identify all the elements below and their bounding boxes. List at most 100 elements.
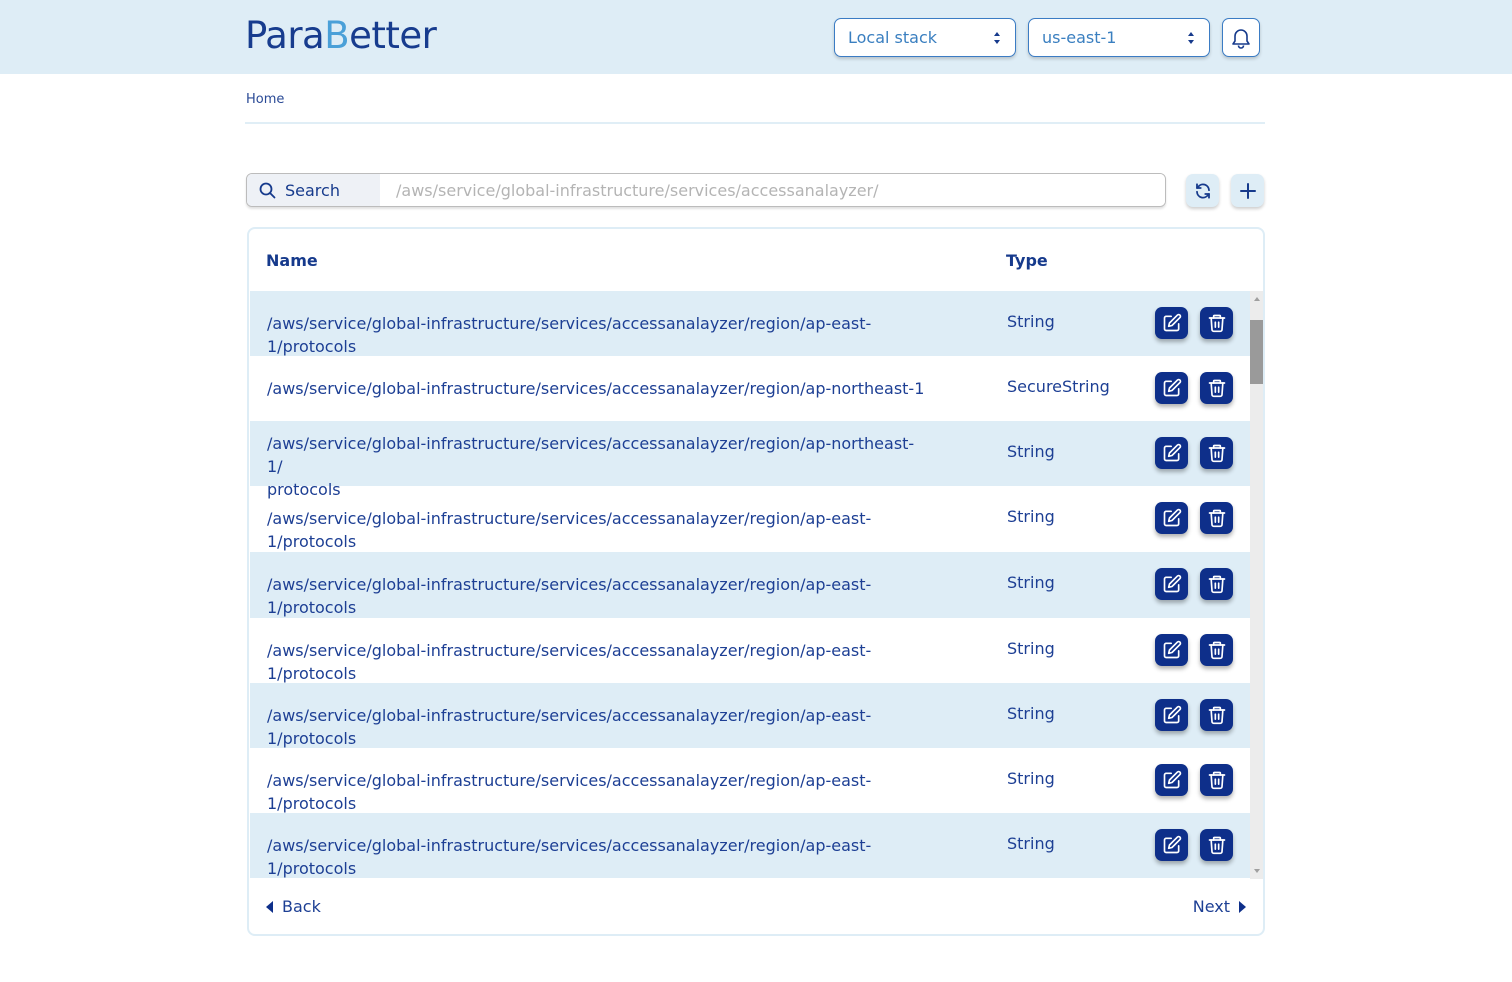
notifications-button[interactable] — [1222, 18, 1260, 57]
edit-icon — [1163, 705, 1181, 724]
logo: ParaBetter — [245, 14, 437, 57]
edit-button[interactable] — [1155, 764, 1188, 796]
table-row[interactable]: /aws/service/global-infrastructure/servi… — [250, 618, 1250, 683]
scroll-up-arrow-icon[interactable] — [1254, 297, 1260, 301]
trash-icon — [1208, 771, 1225, 790]
refresh-button[interactable] — [1186, 174, 1219, 207]
parameter-type: String — [1007, 769, 1055, 788]
table-row[interactable]: /aws/service/global-infrastructure/servi… — [250, 748, 1250, 813]
search-label: Search — [247, 174, 380, 206]
back-label: Back — [282, 897, 321, 916]
edit-icon — [1163, 835, 1181, 854]
parameter-name[interactable]: /aws/service/global-infrastructure/servi… — [267, 377, 927, 400]
breadcrumb: Home — [246, 92, 284, 107]
trash-icon — [1208, 314, 1225, 333]
delete-button[interactable] — [1200, 764, 1233, 796]
search-icon — [259, 182, 276, 198]
top-bar: ParaBetter Local stack us-east-1 — [0, 0, 1512, 74]
edit-button[interactable] — [1155, 568, 1188, 600]
caret-right-icon — [1239, 900, 1246, 913]
trash-icon — [1208, 444, 1225, 463]
edit-button[interactable] — [1155, 699, 1188, 731]
table-row[interactable]: /aws/service/global-infrastructure/servi… — [250, 683, 1250, 748]
delete-button[interactable] — [1200, 307, 1233, 339]
table-row[interactable]: /aws/service/global-infrastructure/servi… — [250, 813, 1250, 878]
parameter-type: SecureString — [1007, 377, 1110, 396]
scroll-down-arrow-icon[interactable] — [1254, 869, 1260, 873]
table-row[interactable]: /aws/service/global-infrastructure/servi… — [250, 291, 1250, 356]
edit-button[interactable] — [1155, 372, 1188, 404]
parameter-name[interactable]: /aws/service/global-infrastructure/servi… — [267, 769, 927, 815]
bell-icon — [1232, 28, 1250, 49]
parameter-name[interactable]: /aws/service/global-infrastructure/servi… — [267, 573, 927, 619]
logo-text-para: Para — [245, 14, 325, 57]
next-label: Next — [1192, 897, 1230, 916]
parameter-type: String — [1007, 704, 1055, 723]
plus-icon — [1239, 182, 1256, 199]
edit-icon — [1163, 508, 1181, 527]
edit-icon — [1163, 770, 1181, 789]
edit-icon — [1163, 640, 1181, 659]
edit-icon — [1163, 574, 1181, 593]
table-header: Name Type — [249, 229, 1263, 291]
column-header-type[interactable]: Type — [1006, 251, 1048, 270]
table-body: /aws/service/global-infrastructure/servi… — [250, 291, 1250, 879]
breadcrumb-home[interactable]: Home — [246, 92, 284, 107]
caret-left-icon — [266, 900, 273, 913]
select-arrows-icon — [1188, 32, 1194, 44]
logo-text-er: er — [399, 14, 437, 57]
edit-icon — [1163, 313, 1181, 332]
edit-button[interactable] — [1155, 634, 1188, 666]
edit-icon — [1163, 378, 1181, 397]
select-arrows-icon — [994, 32, 1000, 44]
parameters-table: Name Type /aws/service/global-infrastruc… — [247, 227, 1265, 936]
edit-icon — [1163, 443, 1181, 462]
parameter-name[interactable]: /aws/service/global-infrastructure/servi… — [267, 834, 927, 879]
scrollbar[interactable] — [1250, 291, 1263, 879]
table-row[interactable]: /aws/service/global-infrastructure/servi… — [250, 552, 1250, 618]
divider — [245, 122, 1265, 124]
edit-button[interactable] — [1155, 502, 1188, 534]
trash-icon — [1208, 836, 1225, 855]
edit-button[interactable] — [1155, 437, 1188, 469]
region-select[interactable]: us-east-1 — [1028, 18, 1210, 57]
search-bar: Search — [246, 173, 1166, 207]
parameter-type: String — [1007, 442, 1055, 461]
scrollbar-thumb[interactable] — [1250, 320, 1263, 384]
column-header-name[interactable]: Name — [266, 251, 318, 270]
delete-button[interactable] — [1200, 829, 1233, 861]
delete-button[interactable] — [1200, 502, 1233, 534]
parameter-type: String — [1007, 573, 1055, 592]
table-row[interactable]: /aws/service/global-infrastructure/servi… — [250, 421, 1250, 499]
parameter-name[interactable]: /aws/service/global-infrastructure/servi… — [267, 639, 927, 685]
trash-icon — [1208, 706, 1225, 725]
trash-icon — [1208, 641, 1225, 660]
trash-icon — [1208, 379, 1225, 398]
next-button[interactable]: Next — [1193, 897, 1246, 916]
parameter-type: String — [1007, 312, 1055, 331]
parameter-name[interactable]: /aws/service/global-infrastructure/servi… — [267, 312, 927, 358]
delete-button[interactable] — [1200, 437, 1233, 469]
logo-text-b: B — [324, 14, 350, 57]
back-button[interactable]: Back — [266, 897, 321, 916]
parameter-name[interactable]: /aws/service/global-infrastructure/servi… — [267, 507, 927, 553]
delete-button[interactable] — [1200, 568, 1233, 600]
delete-button[interactable] — [1200, 699, 1233, 731]
trash-icon — [1208, 575, 1225, 594]
region-select-value: us-east-1 — [1042, 28, 1117, 47]
table-row[interactable]: /aws/service/global-infrastructure/servi… — [250, 356, 1250, 421]
delete-button[interactable] — [1200, 634, 1233, 666]
parameter-type: String — [1007, 639, 1055, 658]
stack-select[interactable]: Local stack — [834, 18, 1016, 57]
stack-select-value: Local stack — [848, 28, 938, 47]
delete-button[interactable] — [1200, 372, 1233, 404]
parameter-name[interactable]: /aws/service/global-infrastructure/servi… — [267, 704, 927, 750]
add-parameter-button[interactable] — [1231, 174, 1264, 207]
search-label-text: Search — [285, 180, 340, 200]
parameter-name-line: /aws/service/global-infrastructure/servi… — [267, 434, 915, 476]
table-row[interactable]: /aws/service/global-infrastructure/servi… — [250, 486, 1250, 552]
search-input[interactable] — [380, 174, 1165, 206]
refresh-icon — [1195, 182, 1210, 199]
edit-button[interactable] — [1155, 307, 1188, 339]
edit-button[interactable] — [1155, 829, 1188, 861]
